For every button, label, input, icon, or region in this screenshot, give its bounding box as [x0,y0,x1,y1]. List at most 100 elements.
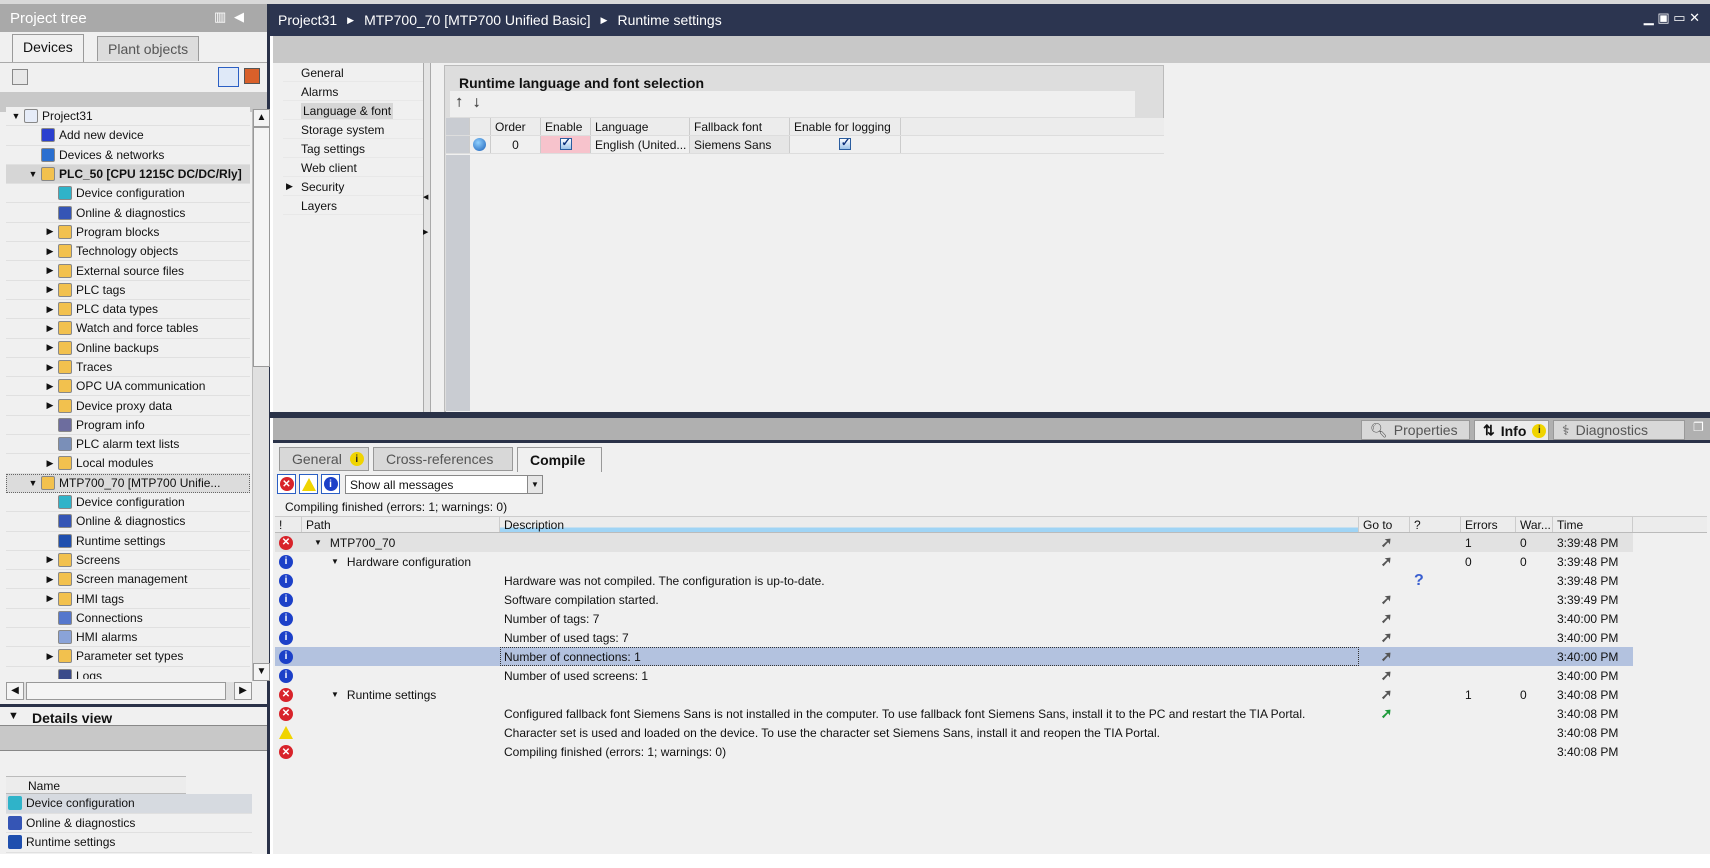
goto-arrow-icon[interactable]: ➚ [1381,629,1393,646]
tree-item[interactable]: Program info [6,416,250,436]
details-item[interactable]: Runtime settings [6,833,252,853]
message-row[interactable]: i ▼ Hardware configuration ➚ 0 0 3:39:48 PM [275,552,1707,571]
language-cell[interactable]: English (United... [591,136,690,153]
tree-item[interactable]: ▶ Screens [6,551,250,571]
message-row[interactable]: i Number of connections: 1 ➚ 3:40:00 PM [275,647,1707,667]
message-row[interactable]: i Number of used screens: 1 ➚ 3:40:00 PM [275,666,1707,685]
breadcrumb-device[interactable]: MTP700_70 [MTP700 Unified Basic] [364,12,590,28]
tree-item[interactable]: ▶ Program blocks [6,223,250,243]
splitter-left-icon[interactable]: ◀ [423,193,428,201]
tree-item[interactable]: ▶ Local modules [6,454,250,474]
collapsed-arrow-icon[interactable]: ▶ [44,458,56,469]
breadcrumb-page[interactable]: Runtime settings [617,12,721,28]
collapsed-arrow-icon[interactable]: ▶ [44,593,56,604]
tree-item[interactable]: Devices & networks [6,146,250,165]
fallback-font-cell[interactable]: Siemens Sans [690,136,790,153]
col-language[interactable]: Language [591,118,690,135]
expanded-arrow-icon[interactable]: ▼ [27,478,39,488]
move-down-icon[interactable]: ⭣ [474,95,480,110]
settings-nav-item[interactable]: Tag settings [283,139,423,158]
tree-item[interactable]: ▶ Device proxy data [6,396,250,416]
col-help[interactable]: ? [1410,517,1461,532]
settings-nav-item[interactable]: Web client [283,158,423,177]
tree-item[interactable]: ▶ PLC data types [6,300,250,320]
tree-item[interactable]: Online & diagnostics [6,512,250,532]
message-row[interactable]: i Number of used tags: 7 ➚ 3:40:00 PM [275,628,1707,647]
tree-item[interactable]: ▶ Watch and force tables [6,319,250,339]
tab-info[interactable]: ⇅ Info i [1474,420,1549,440]
tab-properties[interactable]: 🔍︎ Properties [1361,420,1470,440]
restore-icon[interactable]: ❐ [1693,420,1704,434]
expanded-arrow-icon[interactable]: ▼ [331,690,339,699]
enable-checkbox[interactable] [541,136,591,153]
message-row[interactable]: i Number of tags: 7 ➚ 3:40:00 PM [275,609,1707,628]
move-up-icon[interactable]: ⭡ [456,95,462,110]
message-row[interactable]: i Hardware was not compiled. The configur… [275,571,1707,590]
collapsed-arrow-icon[interactable]: ▶ [44,304,56,315]
language-row[interactable]: 0 English (United... Siemens Sans [446,136,1164,154]
new-group-icon[interactable] [12,69,28,85]
tree-item[interactable]: ▶ Technology objects [6,242,250,262]
chevron-down-icon[interactable]: ▼ [8,710,19,722]
collapsed-arrow-icon[interactable]: ▶ [44,554,56,565]
col-time[interactable]: Time [1553,517,1633,532]
col-description[interactable]: Description [500,517,1359,532]
goto-arrow-icon[interactable]: ➚ [1381,610,1393,627]
tree-item[interactable]: ▶ External source files [6,261,250,281]
collapsed-arrow-icon[interactable]: ▶ [44,265,56,276]
list-view-icon[interactable] [218,67,239,87]
enable-logging-checkbox[interactable] [790,136,901,153]
details-item[interactable]: Device configuration [6,794,252,814]
tree-horizontal-scrollbar[interactable]: ◀ ▶ [6,682,252,700]
col-errors[interactable]: Errors [1461,517,1516,532]
goto-arrow-icon[interactable]: ➚ [1381,591,1393,608]
collapsed-arrow-icon[interactable]: ▶ [44,226,56,237]
collapsed-arrow-icon[interactable]: ▶ [44,362,56,373]
message-row[interactable]: ✕ ▼ Runtime settings ➚ 1 0 3:40:08 PM [275,685,1707,704]
tree-item[interactable]: ▼ MTP700_70 [MTP700 Unifie... [6,473,250,493]
settings-nav-item[interactable]: ▶ Security [283,177,423,196]
tree-item[interactable]: ▶ Screen management [6,570,250,590]
tree-item[interactable]: ▼ Project31 [6,107,250,127]
scroll-down-icon[interactable]: ▼ [253,663,270,681]
scroll-thumb[interactable] [253,127,270,367]
tree-item[interactable]: Connections [6,609,250,629]
tab-devices[interactable]: Devices [12,34,84,62]
message-row[interactable]: ✕ Configured fallback font Siemens Sans i… [275,704,1707,723]
tree-item[interactable]: HMI alarms [6,628,250,648]
collapsed-arrow-icon[interactable]: ▶ [44,246,56,257]
settings-nav-item[interactable]: Layers [283,196,423,215]
nav-splitter[interactable]: ◀ ▶ [423,63,431,412]
expanded-arrow-icon[interactable]: ▼ [314,538,322,547]
col-enable-logging[interactable]: Enable for logging [790,118,901,135]
settings-nav-item[interactable]: Language & font [283,101,423,120]
collapsed-arrow-icon[interactable]: ▶ [44,651,56,662]
tab-cross-references[interactable]: Cross-references [373,447,513,471]
tree-item[interactable]: Device configuration [6,493,250,513]
goto-arrow-icon[interactable]: ➚ [1381,705,1393,722]
tree-item[interactable]: ▶ Parameter set types [6,647,250,667]
tree-item[interactable]: Logs [6,667,250,679]
message-row[interactable]: ✕ ▼ MTP700_70 ➚ 1 0 3:39:48 PM [275,533,1707,553]
collapsed-arrow-icon[interactable]: ▶ [44,342,56,353]
tree-vertical-scrollbar[interactable]: ▲ ▼ [252,109,270,681]
settings-nav-item[interactable]: Storage system [283,120,423,139]
collapsed-arrow-icon[interactable]: ▶ [44,574,56,585]
tab-general[interactable]: General i [279,447,369,471]
details-item[interactable]: Online & diagnostics [6,814,252,833]
dropdown-arrow-icon[interactable]: ▼ [527,475,542,493]
collapse-panel-icon[interactable]: ◀ [234,9,244,25]
goto-arrow-icon[interactable]: ➚ [1381,667,1393,684]
scroll-left-icon[interactable]: ◀ [6,682,24,700]
details-name-header[interactable]: Name [6,776,186,794]
breadcrumb-project[interactable]: Project31 [278,12,337,28]
expanded-arrow-icon[interactable]: ▼ [10,111,22,121]
filter-errors-button[interactable]: ✕ [277,474,296,494]
scroll-up-icon[interactable]: ▲ [253,109,270,127]
tree-item[interactable]: Add new device [6,126,250,146]
col-order[interactable]: Order [491,118,541,135]
tree-item[interactable]: ▶ HMI tags [6,589,250,609]
window-controls-icon[interactable]: ▁ ▣ ▭ ✕ [1644,10,1700,26]
col-severity[interactable]: ! [275,517,302,532]
details-view-header[interactable]: ▼ Details view [0,704,267,726]
